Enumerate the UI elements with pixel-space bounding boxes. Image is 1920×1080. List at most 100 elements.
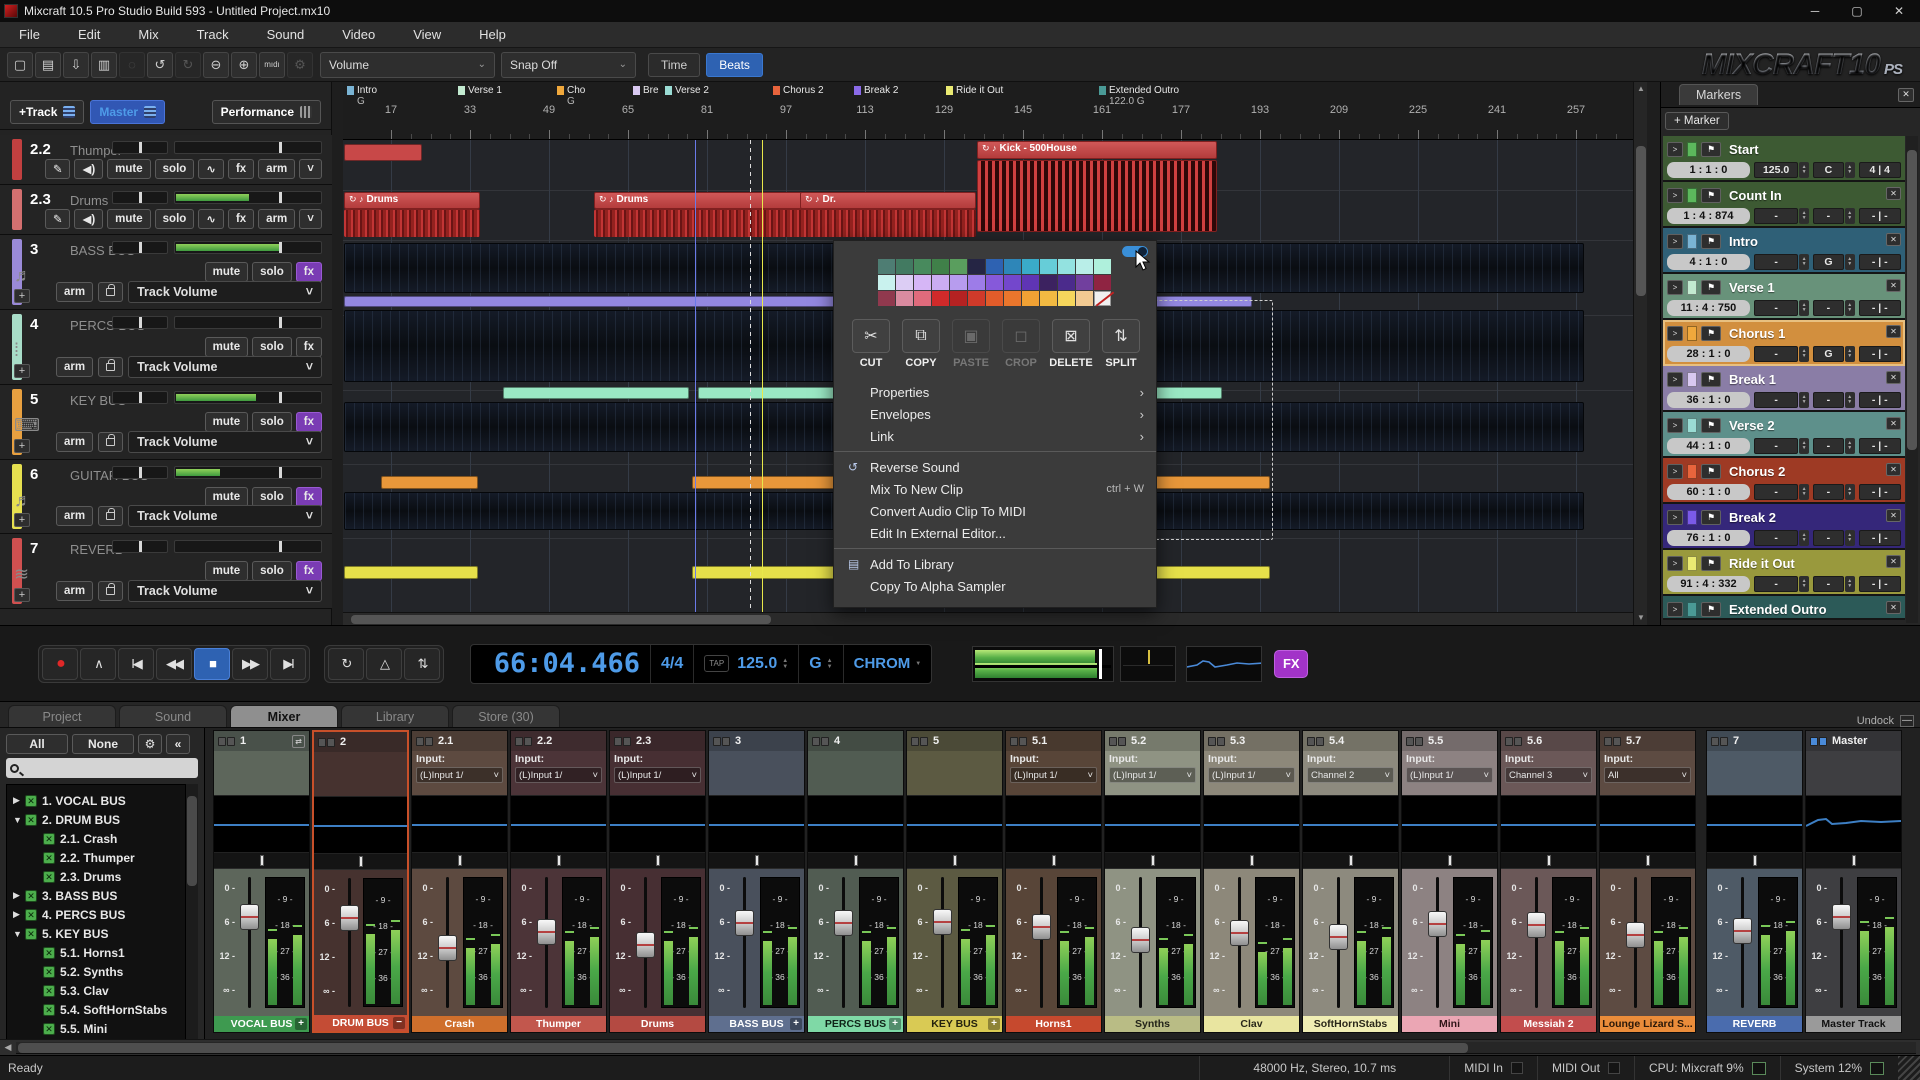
expand-marker-button[interactable]: > bbox=[1667, 418, 1683, 433]
input-select[interactable]: (L)Input 1/˅ bbox=[515, 767, 602, 783]
undock-label[interactable]: Undock bbox=[1857, 715, 1894, 727]
key-spinner[interactable]: ▲▼ bbox=[827, 658, 833, 670]
color-swatch[interactable] bbox=[1076, 275, 1093, 290]
marker-timesig-field[interactable]: - | - bbox=[1859, 208, 1901, 224]
markers-scrollbar[interactable] bbox=[1906, 136, 1918, 623]
marker-time-field[interactable]: 4 : 1 : 0 bbox=[1667, 254, 1750, 270]
key-spinner[interactable]: ▲▼ bbox=[1845, 208, 1855, 224]
marker-timesig-field[interactable]: - | - bbox=[1859, 254, 1901, 270]
color-swatch[interactable] bbox=[1058, 291, 1075, 306]
midi-icon[interactable]: mıdı bbox=[259, 52, 285, 78]
ruler-marker-chorus-2[interactable]: Chorus 2 bbox=[773, 84, 824, 97]
scroll-down-icon[interactable]: ▼ bbox=[1634, 611, 1647, 625]
mute-button[interactable]: mute bbox=[107, 159, 150, 179]
pan-slider[interactable] bbox=[1501, 853, 1596, 869]
marker-verse-1[interactable]: >⚑Verse 1✕11 : 4 : 750-▲▼-▲▼- | - bbox=[1663, 274, 1905, 320]
color-swatch[interactable] bbox=[950, 291, 967, 306]
key-spinner[interactable]: ▲▼ bbox=[1845, 162, 1855, 178]
marker-time-field[interactable]: 44 : 1 : 0 bbox=[1667, 438, 1750, 454]
pan-slider[interactable] bbox=[709, 853, 804, 869]
solo-button[interactable]: solo bbox=[252, 561, 292, 581]
fader-handle[interactable] bbox=[1832, 904, 1851, 930]
eq-display[interactable] bbox=[1707, 795, 1802, 853]
track-2.2[interactable]: 2.2Thumper✎◀)mutesolo∿fxarm˅ bbox=[0, 135, 332, 185]
tree-checkbox[interactable]: ✕ bbox=[43, 871, 55, 883]
marker-tempo-field[interactable]: 125.0 bbox=[1754, 162, 1798, 178]
track-4[interactable]: 4PERCS BUS⁞mutesolofx+armTrack Volume˅ bbox=[0, 310, 332, 385]
marker-key-field[interactable]: - bbox=[1813, 484, 1844, 500]
arm-button[interactable]: arm bbox=[258, 209, 295, 229]
channel-name-plate[interactable]: Crash bbox=[412, 1016, 507, 1032]
time-mode-button[interactable]: Time bbox=[648, 53, 700, 77]
scroll-left-icon[interactable]: ◀ bbox=[0, 1042, 16, 1053]
arm-button[interactable]: arm bbox=[258, 159, 295, 179]
ruler-marker-intro[interactable]: IntroG bbox=[347, 84, 377, 97]
chevron-down-icon[interactable]: ˅ bbox=[299, 209, 322, 229]
eq-display[interactable] bbox=[709, 795, 804, 853]
key-spinner[interactable]: ▲▼ bbox=[1845, 346, 1855, 362]
input-select[interactable]: Channel 3˅ bbox=[1505, 767, 1592, 783]
menu-sound[interactable]: Sound bbox=[248, 22, 324, 47]
fader-track[interactable] bbox=[348, 878, 351, 1007]
channel-strip-5[interactable]: 50 -6 -12 -∞ -- 9 -- 18 -- 27 -- 36 -KEY… bbox=[906, 730, 1003, 1033]
arm-button[interactable]: arm bbox=[56, 282, 93, 302]
expand-marker-button[interactable]: > bbox=[1667, 234, 1683, 249]
pan-slider[interactable] bbox=[1006, 853, 1101, 869]
fader-handle[interactable] bbox=[933, 909, 952, 935]
pan-slider[interactable] bbox=[314, 854, 407, 870]
pan-slider[interactable] bbox=[112, 316, 168, 329]
snap-select[interactable]: Snap Off⌄ bbox=[501, 52, 636, 78]
ruler-marker-verse-1[interactable]: Verse 1 bbox=[458, 84, 502, 97]
pan-slider[interactable] bbox=[112, 191, 168, 204]
kick-clip[interactable]: ↻ ♪Kick - 500House bbox=[977, 141, 1217, 159]
color-swatch[interactable] bbox=[932, 259, 949, 274]
channel-name-plate[interactable]: REVERB bbox=[1707, 1016, 1802, 1032]
pan-handle[interactable] bbox=[1753, 855, 1757, 866]
solo-button[interactable]: solo bbox=[252, 412, 292, 432]
tempo-spinner[interactable]: ▲▼ bbox=[1799, 438, 1809, 454]
marker-color-chip[interactable] bbox=[1687, 464, 1697, 479]
channel-strip-2[interactable]: 20 -6 -12 -∞ -- 9 -- 18 -- 27 -- 36 -DRU… bbox=[312, 730, 409, 1033]
ruler-marker-bre[interactable]: Bre bbox=[633, 84, 659, 97]
volume-slider[interactable] bbox=[174, 141, 322, 154]
menu-item-mix-to-new-clip[interactable]: Mix To New Clipctrl + W bbox=[834, 478, 1156, 500]
key-spinner[interactable]: ▲▼ bbox=[1845, 484, 1855, 500]
fader-handle[interactable] bbox=[1527, 912, 1546, 938]
color-swatch[interactable] bbox=[1058, 259, 1075, 274]
pan-handle[interactable] bbox=[656, 855, 660, 866]
marker-key-field[interactable]: - bbox=[1813, 576, 1844, 592]
menu-help[interactable]: Help bbox=[460, 22, 525, 47]
color-swatch[interactable] bbox=[1040, 259, 1057, 274]
tree-checkbox[interactable]: ✕ bbox=[25, 890, 37, 902]
channel-name-plate[interactable]: KEY BUS+ bbox=[907, 1016, 1002, 1032]
menu-edit[interactable]: Edit bbox=[59, 22, 119, 47]
punch-button[interactable]: ⇅ bbox=[404, 648, 440, 680]
ruler-marker-ride-it-out[interactable]: Ride it Out bbox=[946, 84, 1003, 97]
fader-handle[interactable] bbox=[240, 904, 259, 930]
key-spinner[interactable]: ▲▼ bbox=[1845, 530, 1855, 546]
tempo-spinner[interactable]: ▲▼ bbox=[1799, 346, 1809, 362]
marker-color-chip[interactable] bbox=[1687, 556, 1697, 571]
plate-toggle-button[interactable]: + bbox=[889, 1018, 901, 1030]
mute-button[interactable]: mute bbox=[205, 561, 248, 581]
marker-time-field[interactable]: 28 : 1 : 0 bbox=[1667, 346, 1750, 362]
color-swatch[interactable] bbox=[1022, 275, 1039, 290]
tuner-mode-spinner[interactable]: ▼ bbox=[915, 661, 921, 667]
eq-display[interactable] bbox=[907, 795, 1002, 853]
loop-button[interactable]: ↻ bbox=[328, 648, 364, 680]
channel-name-plate[interactable]: Synths bbox=[1105, 1016, 1200, 1032]
marker-key-field[interactable]: - bbox=[1813, 530, 1844, 546]
tree-checkbox[interactable]: ✕ bbox=[43, 833, 55, 845]
tap-tempo-button[interactable]: TAP bbox=[704, 655, 729, 672]
input-select[interactable]: Channel 2˅ bbox=[1307, 767, 1394, 783]
eq-display[interactable] bbox=[314, 796, 407, 854]
channel-name-plate[interactable]: Lounge Lizard S... bbox=[1600, 1016, 1695, 1032]
tree-checkbox[interactable]: ✕ bbox=[25, 814, 37, 826]
tree-item-5-1-horns1[interactable]: ✕5.1. Horns1 bbox=[7, 943, 185, 962]
mute-button[interactable]: mute bbox=[205, 412, 248, 432]
marker-ride-it-out[interactable]: >⚑Ride it Out✕91 : 4 : 332-▲▼-▲▼- | - bbox=[1663, 550, 1905, 596]
routing-icon[interactable]: ⇄ bbox=[292, 735, 305, 748]
fader-handle[interactable] bbox=[438, 935, 457, 961]
color-swatch[interactable] bbox=[896, 275, 913, 290]
tree-checkbox[interactable]: ✕ bbox=[25, 795, 37, 807]
